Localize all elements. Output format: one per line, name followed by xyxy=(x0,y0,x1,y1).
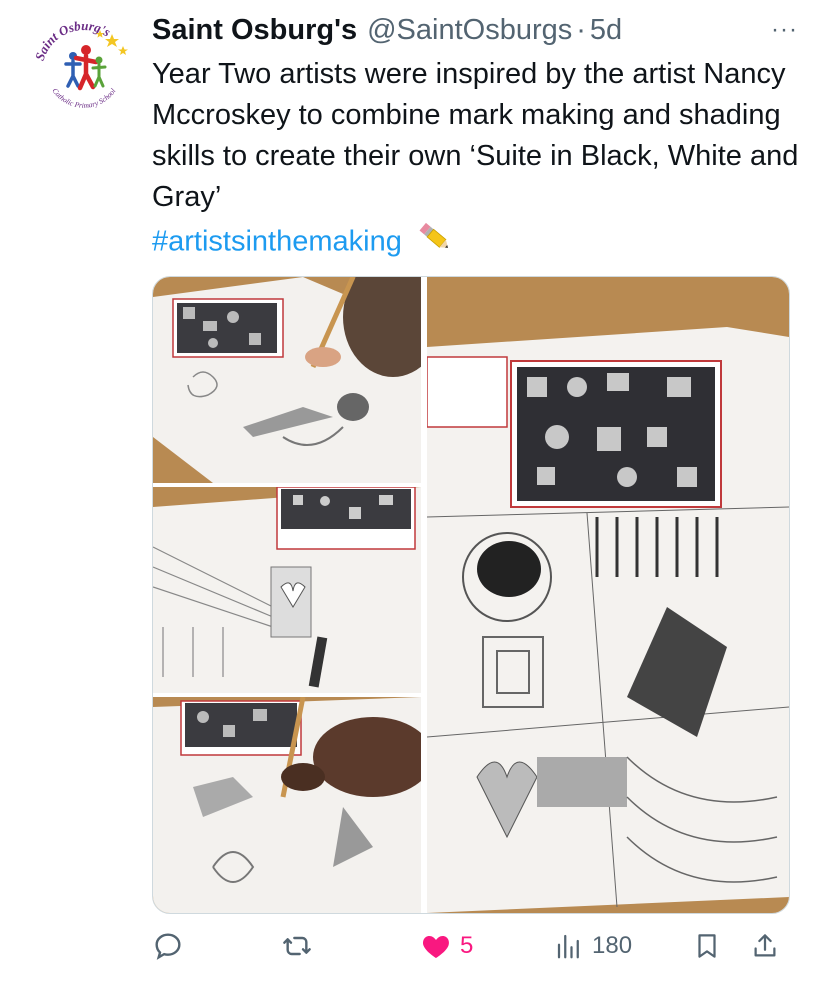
logo-text-bottom: Catholic Primary School xyxy=(50,86,117,110)
separator: · xyxy=(576,13,586,46)
retweet-icon xyxy=(283,936,311,956)
share-icon xyxy=(754,934,776,957)
photo-child-drawing-top-icon xyxy=(153,277,421,483)
media-photo-3[interactable] xyxy=(153,697,421,913)
reply-button[interactable] xyxy=(152,926,192,966)
bookmark-icon xyxy=(698,934,716,958)
like-button[interactable]: 5 xyxy=(420,926,473,966)
views-button[interactable]: 180 xyxy=(554,926,632,966)
media-photo-1[interactable] xyxy=(153,277,421,483)
pencil-emoji-icon xyxy=(416,218,454,268)
share-button[interactable] xyxy=(750,926,780,966)
bookmark-button[interactable] xyxy=(692,926,722,966)
tweet-text: Year Two artists were inspired by the ar… xyxy=(152,54,802,268)
media-photo-2[interactable] xyxy=(153,487,421,693)
hashtag-link[interactable]: #artistsinthemaking xyxy=(152,226,402,258)
tweet-header: Saint Osburg's @SaintOsburgs · 5d xyxy=(152,10,798,50)
like-count: 5 xyxy=(460,932,474,959)
user-handle[interactable]: @SaintOsburgs xyxy=(367,14,572,47)
reply-icon xyxy=(155,933,181,960)
media-grid[interactable] xyxy=(152,276,790,914)
svg-text:Catholic Primary School: Catholic Primary School xyxy=(50,86,117,110)
media-photo-4[interactable] xyxy=(427,277,789,913)
views-count: 180 xyxy=(592,932,633,959)
school-logo-icon: Saint Osburg's Catholic Primary School xyxy=(32,18,128,110)
avatar[interactable]: Saint Osburg's Catholic Primary School xyxy=(28,12,140,124)
views-chart-icon xyxy=(557,934,579,959)
photo-sketchbook-page-icon xyxy=(427,277,789,913)
photo-child-drawing-bottom-icon xyxy=(153,697,421,913)
action-bar: 5 180 xyxy=(152,926,788,966)
display-name[interactable]: Saint Osburg's xyxy=(152,14,357,47)
photo-sketchbook-closeup-icon xyxy=(153,487,421,693)
tweet-body: Year Two artists were inspired by the ar… xyxy=(152,58,799,213)
heart-filled-icon xyxy=(423,936,449,958)
tweet-time[interactable]: 5d xyxy=(590,14,622,47)
retweet-button[interactable] xyxy=(280,926,322,966)
more-options-icon[interactable]: ··· xyxy=(771,16,798,44)
